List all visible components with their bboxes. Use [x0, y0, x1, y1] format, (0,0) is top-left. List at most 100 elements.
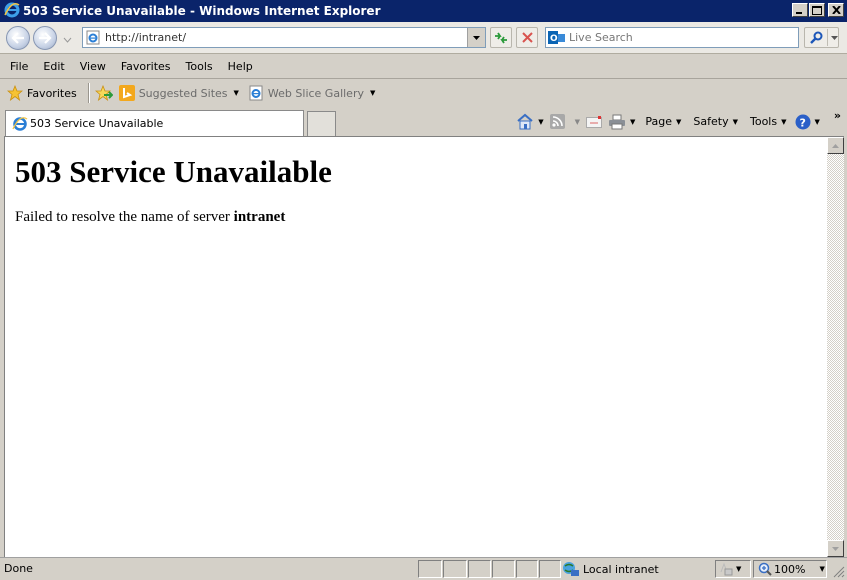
favorites-button[interactable]: Favorites [7, 85, 77, 101]
error-message: Failed to resolve the name of server int… [15, 209, 285, 226]
add-favorite-icon [94, 85, 113, 101]
favorites-bar: Favorites Suggested Sites ▼ Web Slice Ga… [0, 79, 847, 107]
forward-button[interactable] [33, 26, 57, 50]
search-button[interactable] [804, 27, 839, 48]
address-bar[interactable]: http://intranet/ [82, 27, 486, 48]
tab-row: 503 Service Unavailable ▼ ▼ ▼ Page ▼ Safe… [0, 107, 847, 136]
maximize-button[interactable] [809, 3, 825, 17]
refresh-icon [495, 32, 507, 43]
svg-text:O: O [550, 34, 558, 44]
page-content: 503 Service Unavailable Failed to resolv… [4, 136, 827, 557]
close-button[interactable] [828, 3, 844, 17]
arrow-down-icon [832, 546, 839, 551]
security-zone[interactable]: Local intranet [562, 560, 714, 578]
arrow-up-icon [832, 143, 839, 148]
tab-label: 503 Service Unavailable [30, 117, 164, 130]
chevron-down-icon [473, 35, 480, 40]
new-tab-button[interactable] [307, 111, 336, 136]
refresh-button[interactable] [490, 27, 512, 48]
error-message-text: Failed to resolve the name of server [15, 209, 234, 225]
menu-bar: File Edit View Favorites Tools Help [0, 54, 847, 79]
help-button[interactable]: ? ▼ [795, 114, 820, 130]
live-search-icon: O [548, 30, 565, 45]
suggested-sites-label: Suggested Sites [138, 86, 228, 100]
forward-icon [39, 32, 52, 44]
web-slice-gallery-label: Web Slice Gallery [267, 86, 364, 100]
chevron-down-icon: ▼ [233, 89, 239, 97]
vertical-scrollbar[interactable] [827, 136, 844, 557]
rss-icon [549, 114, 565, 129]
minimize-button[interactable] [792, 3, 808, 17]
ie-page-icon [249, 85, 263, 101]
print-icon [609, 114, 625, 129]
lock-icon [720, 562, 733, 576]
zoom-icon [758, 562, 772, 576]
chevron-down-icon [63, 37, 72, 43]
toolbar-overflow-button[interactable]: » [834, 109, 841, 122]
status-panel [516, 560, 538, 578]
window-title: 503 Service Unavailable - Windows Intern… [23, 4, 381, 18]
status-bar: Done Local intranet ▼ 100% ▼ [0, 557, 847, 580]
menu-favorites[interactable]: Favorites [113, 60, 178, 73]
menu-tools[interactable]: Tools [178, 60, 220, 73]
scroll-up-button[interactable] [827, 137, 844, 154]
server-name: intranet [233, 209, 286, 225]
favorites-label: Favorites [27, 86, 77, 100]
safety-menu-label: Safety [693, 115, 729, 128]
ie-logo-icon [12, 116, 28, 131]
status-panel [418, 560, 442, 578]
tools-menu-button[interactable]: Tools ▼ [750, 115, 787, 128]
local-intranet-icon [563, 562, 579, 576]
title-bar: 503 Service Unavailable - Windows Intern… [0, 0, 847, 22]
navigation-bar: http://intranet/ O Live Search [0, 22, 847, 54]
mail-icon [586, 115, 602, 128]
star-icon [7, 85, 23, 101]
menu-view[interactable]: View [72, 60, 113, 73]
tab-503-service-unavailable[interactable]: 503 Service Unavailable [5, 110, 304, 136]
page-menu-label: Page [645, 115, 673, 128]
menu-edit[interactable]: Edit [35, 60, 71, 73]
suggested-sites-button[interactable]: Suggested Sites ▼ [118, 85, 239, 101]
feeds-button[interactable]: ▼ [549, 114, 580, 129]
address-input[interactable]: http://intranet/ [105, 31, 186, 44]
add-to-favorites-bar-button[interactable] [94, 85, 113, 101]
ie-logo-icon [4, 2, 20, 21]
menu-help[interactable]: Help [220, 60, 260, 73]
status-panel [539, 560, 561, 578]
separator [87, 83, 90, 103]
page-menu-button[interactable]: Page ▼ [645, 115, 681, 128]
search-input[interactable]: Live Search [569, 31, 633, 44]
help-icon: ? [795, 114, 810, 129]
search-options-icon[interactable] [831, 35, 838, 40]
safety-menu-button[interactable]: Safety ▼ [693, 115, 738, 128]
search-icon [810, 31, 823, 44]
command-bar: ▼ ▼ ▼ Page ▼ Safety ▼ Tools ▼ ? ▼ » [510, 107, 847, 136]
stop-icon [521, 32, 533, 43]
scroll-down-button[interactable] [827, 540, 844, 557]
web-slice-gallery-button[interactable]: Web Slice Gallery ▼ [249, 85, 375, 101]
zoom-level: 100% [774, 562, 806, 576]
print-button[interactable]: ▼ [608, 114, 635, 130]
page-heading: 503 Service Unavailable [15, 154, 332, 189]
address-dropdown-button[interactable] [467, 28, 485, 47]
home-icon [517, 113, 533, 130]
stop-button[interactable] [516, 27, 538, 48]
menu-file[interactable]: File [0, 60, 35, 73]
recent-pages-dropdown[interactable] [63, 33, 72, 46]
zoom-button[interactable]: 100% ▼ [753, 560, 827, 578]
back-button[interactable] [6, 26, 30, 50]
status-panel [443, 560, 467, 578]
ie-page-icon [86, 30, 101, 45]
status-panel [492, 560, 515, 578]
read-mail-button[interactable] [586, 115, 602, 128]
protected-mode-button[interactable]: ▼ [715, 560, 751, 578]
tools-menu-label: Tools [750, 115, 778, 128]
search-box[interactable]: O Live Search [545, 27, 799, 48]
chevron-down-icon: ▼ [369, 89, 376, 97]
home-button[interactable]: ▼ [516, 113, 544, 130]
back-icon [11, 32, 24, 44]
bing-icon [118, 85, 135, 101]
zone-label: Local intranet [583, 562, 659, 576]
status-panel [468, 560, 491, 578]
resize-grip-icon[interactable] [833, 566, 845, 578]
